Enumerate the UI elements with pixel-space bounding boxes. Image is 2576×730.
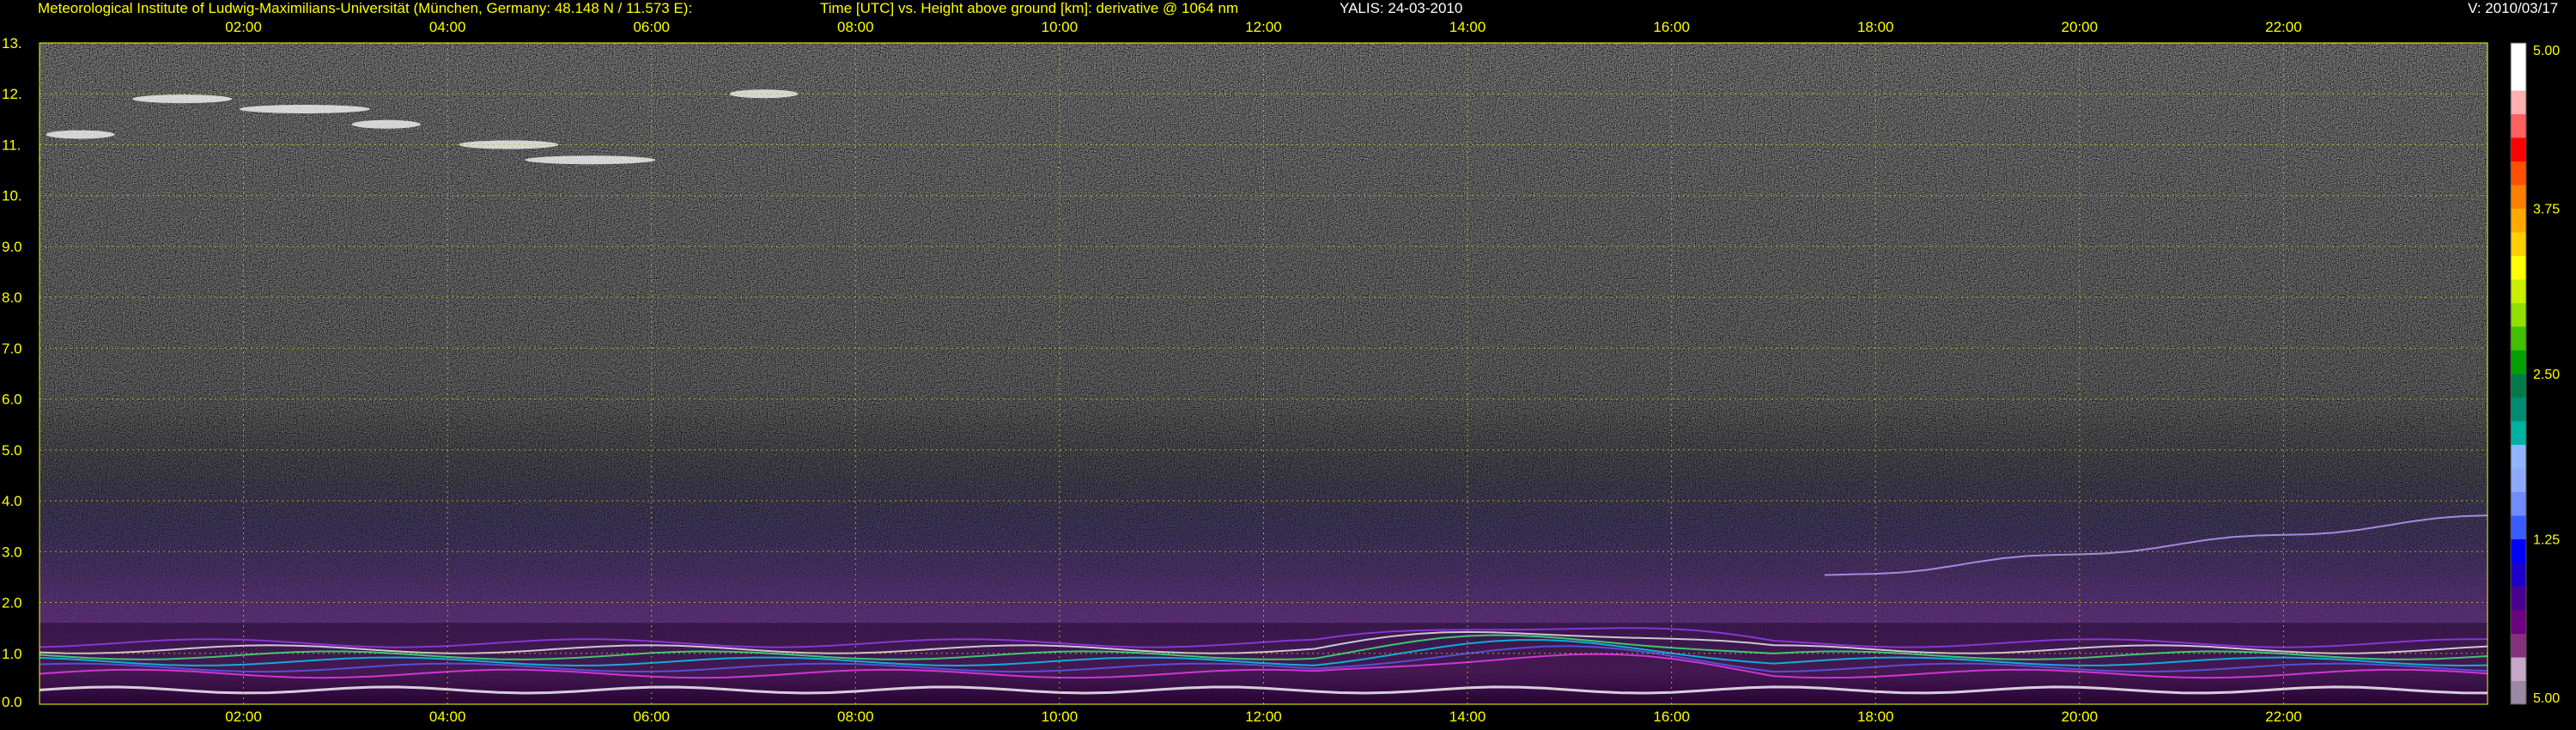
x-tick-label-bottom: 14:00 <box>1449 709 1486 725</box>
y-tick-label: 0.0 <box>2 694 22 710</box>
x-tick-label-bottom: 16:00 <box>1653 709 1690 725</box>
colorbar-tick-label: 2.50 <box>2533 368 2560 382</box>
colorbar-swatch <box>2511 161 2526 186</box>
colorbar-swatch <box>2511 208 2526 233</box>
y-tick-label: 3.0 <box>2 544 22 560</box>
colorbar-swatch <box>2511 491 2526 516</box>
x-tick-label-top: 22:00 <box>2265 19 2302 35</box>
colorbar-swatch <box>2511 185 2526 209</box>
colorbar-swatch <box>2511 586 2526 611</box>
y-tick-label: 2.0 <box>2 595 22 611</box>
y-tick-label: 1.0 <box>2 646 22 662</box>
colorbar-swatch <box>2511 421 2526 445</box>
y-tick-label: 7.0 <box>2 340 22 356</box>
colorbar-tick-label: 3.75 <box>2533 203 2560 217</box>
x-tick-label-bottom: 06:00 <box>633 709 670 725</box>
y-tick-label: 4.0 <box>2 493 22 509</box>
colorbar-swatch <box>2511 680 2526 705</box>
colorbar-tick-label: 5.00 <box>2533 44 2560 58</box>
colorbar-swatch <box>2511 633 2526 658</box>
y-tick-label: 12. <box>2 86 22 102</box>
cirrus-cloud <box>239 105 370 113</box>
y-tick-label: 5.0 <box>2 442 22 459</box>
colorbar-swatch <box>2511 326 2526 350</box>
x-tick-label-bottom: 12:00 <box>1245 709 1282 725</box>
cirrus-cloud <box>351 119 421 129</box>
x-tick-label-top: 06:00 <box>633 19 670 35</box>
colorbar-swatch <box>2511 444 2526 469</box>
colorbar-swatch <box>2511 374 2526 398</box>
colorbar: 5.00 3.75 2.50 1.25 5.00 <box>2510 42 2560 706</box>
x-tick-label-bottom: 02:00 <box>225 709 262 725</box>
x-tick-label-bottom: 20:00 <box>2062 709 2099 725</box>
colorbar-swatch <box>2511 90 2526 114</box>
colorbar-swatch <box>2511 43 2526 67</box>
x-tick-label-top: 10:00 <box>1042 19 1078 35</box>
colorbar-swatch <box>2511 113 2526 138</box>
colorbar-tick-label: 5.00 <box>2533 691 2560 706</box>
y-tick-label: 10. <box>2 188 22 204</box>
cirrus-cloud <box>525 155 656 165</box>
colorbar-tick-label: 1.25 <box>2533 533 2560 548</box>
colorbar-swatch <box>2511 563 2526 587</box>
y-tick-label: 9.0 <box>2 239 22 255</box>
colorbar-swatch <box>2511 468 2526 492</box>
x-tick-label-top: 12:00 <box>1245 19 1282 35</box>
x-tick-label-bottom: 08:00 <box>837 709 874 725</box>
colorbar-swatch <box>2511 657 2526 681</box>
x-tick-label-top: 18:00 <box>1857 19 1894 35</box>
x-tick-label-bottom: 04:00 <box>429 709 466 725</box>
x-tick-label-top: 02:00 <box>225 19 262 35</box>
y-tick-label: 6.0 <box>2 392 22 408</box>
x-tick-label-bottom: 18:00 <box>1857 709 1894 725</box>
cirrus-cloud <box>46 130 115 139</box>
colorbar-swatch <box>2511 255 2526 280</box>
x-tick-label-top: 20:00 <box>2062 19 2099 35</box>
colorbar-swatch <box>2511 232 2526 256</box>
x-tick-label-top: 04:00 <box>429 19 466 35</box>
x-tick-label-top: 08:00 <box>837 19 874 35</box>
y-tick-label: 13. <box>2 35 22 52</box>
x-tick-label-bottom: 22:00 <box>2265 709 2302 725</box>
x-tick-label-top: 14:00 <box>1449 19 1486 35</box>
colorbar-swatch <box>2511 137 2526 161</box>
colorbar-swatch <box>2511 610 2526 634</box>
colorbar-swatch <box>2511 397 2526 422</box>
colorbar-swatch <box>2511 538 2526 563</box>
colorbar-swatch <box>2511 279 2526 303</box>
cirrus-cloud <box>132 94 233 104</box>
x-tick-label-bottom: 10:00 <box>1042 709 1078 725</box>
colorbar-swatch <box>2511 66 2526 91</box>
y-tick-label: 11. <box>2 137 21 153</box>
colorbar-swatch <box>2511 350 2526 374</box>
y-tick-label: 8.0 <box>2 289 22 306</box>
colorbar-swatch <box>2511 302 2526 327</box>
lidar-chart: 02:00 02:00 04:00 04:00 06:00 06:00 08:00 08:00… <box>2 19 2560 725</box>
x-tick-label-top: 16:00 <box>1653 19 1690 35</box>
colorbar-swatch <box>2511 515 2526 539</box>
